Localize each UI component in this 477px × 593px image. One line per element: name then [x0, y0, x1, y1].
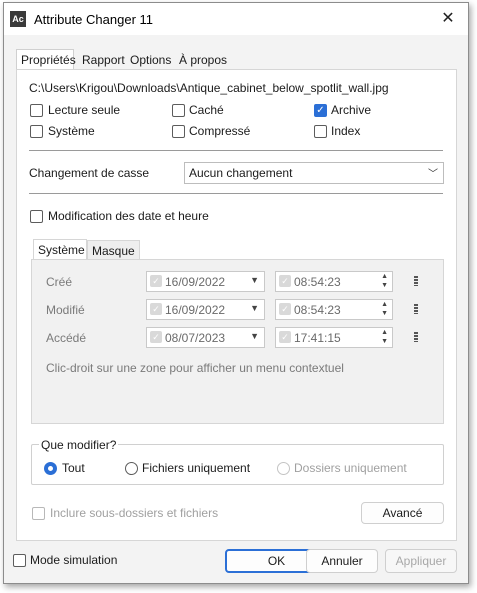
spinner-icon[interactable]: ▲ ▼ — [381, 328, 388, 346]
include-subfolders-checkbox[interactable] — [32, 507, 45, 520]
tab-a-propos[interactable]: À propos — [175, 50, 231, 70]
chevron-down-icon: ﹀ — [428, 169, 438, 180]
radio-files-only-label: Fichiers uniquement — [142, 461, 251, 475]
radio-folders-only-label: Dossiers uniquement — [294, 461, 407, 475]
accessed-date: 08/07/2023 — [165, 331, 226, 345]
more-icon[interactable] — [414, 332, 418, 342]
simulation-checkbox[interactable] — [13, 554, 26, 567]
divider — [29, 193, 443, 194]
modified-date: 16/09/2022 — [165, 303, 226, 317]
advanced-button[interactable]: Avancé — [361, 502, 444, 524]
hidden-checkbox[interactable] — [172, 104, 185, 117]
apply-button[interactable]: Appliquer — [385, 549, 457, 573]
app-icon: Ac — [10, 11, 26, 27]
system-checkbox[interactable] — [30, 125, 43, 138]
index-checkbox[interactable] — [314, 125, 327, 138]
include-subfolders-label: Inclure sous-dossiers et fichiers — [50, 506, 219, 520]
check-icon: ✓ — [150, 331, 162, 343]
compressed-checkbox[interactable] — [172, 125, 185, 138]
properties-panel: C:\Users\Krigou\Downloads\Antique_cabine… — [16, 69, 457, 541]
modified-time: 08:54:23 — [294, 303, 341, 317]
radio-files-only[interactable] — [125, 462, 138, 475]
window-title: Attribute Changer 11 — [34, 12, 153, 27]
modified-date-field[interactable]: ✓ 16/09/2022 ▼ — [146, 299, 265, 320]
case-change-value: Aucun changement — [189, 166, 293, 180]
case-change-select[interactable]: Aucun changement ﹀ — [184, 162, 444, 184]
dropdown-arrow-icon: ▼ — [250, 303, 259, 313]
created-date: 16/09/2022 — [165, 275, 226, 289]
accessed-time: 17:41:15 — [294, 331, 341, 345]
accessed-time-field[interactable]: ✓ 17:41:15 ▲ ▼ — [275, 327, 393, 348]
spinner-icon[interactable]: ▲ ▼ — [381, 300, 388, 318]
created-label: Créé — [46, 275, 73, 289]
check-icon: ✓ — [279, 303, 291, 315]
case-change-label: Changement de casse — [29, 166, 150, 180]
accessed-date-field[interactable]: ✓ 08/07/2023 ▼ — [146, 327, 265, 348]
check-icon: ✓ — [150, 303, 162, 315]
main-window: Ac Attribute Changer 11 ✕ Propriétés Rap… — [3, 2, 469, 584]
radio-tout[interactable] — [44, 462, 57, 475]
modified-time-field[interactable]: ✓ 08:54:23 ▲ ▼ — [275, 299, 393, 320]
check-icon: ✓ — [150, 275, 162, 287]
read-only-label: Lecture seule — [48, 103, 121, 117]
cancel-button[interactable]: Annuler — [306, 549, 378, 573]
read-only-checkbox[interactable] — [30, 104, 43, 117]
created-date-field[interactable]: ✓ 16/09/2022 ▼ — [146, 271, 265, 292]
check-icon: ✓ — [279, 275, 291, 287]
dropdown-arrow-icon: ▼ — [250, 275, 259, 285]
tab-options[interactable]: Options — [126, 50, 175, 70]
radio-tout-label: Tout — [62, 461, 85, 475]
more-icon[interactable] — [414, 304, 418, 314]
subtab-masque[interactable]: Masque — [87, 240, 140, 260]
created-time-field[interactable]: ✓ 08:54:23 ▲ ▼ — [275, 271, 393, 292]
date-modification-label: Modification des date et heure — [48, 209, 209, 223]
more-icon[interactable] — [414, 276, 418, 286]
system-label: Système — [48, 124, 95, 138]
archive-label: Archive — [331, 103, 372, 117]
check-icon: ✓ — [279, 331, 291, 343]
title-bar: Ac Attribute Changer 11 ✕ — [4, 3, 468, 35]
modify-title: Que modifier? — [39, 438, 119, 452]
context-hint: Clic-droit sur une zone pour afficher un… — [46, 361, 344, 375]
radio-folders-only[interactable] — [277, 462, 290, 475]
spinner-icon[interactable]: ▲ ▼ — [381, 272, 388, 290]
date-modification-checkbox[interactable] — [30, 210, 43, 223]
divider — [29, 150, 443, 151]
tab-rapport[interactable]: Rapport — [78, 50, 129, 70]
compressed-label: Compressé — [189, 124, 251, 138]
archive-checkbox[interactable]: ✓ — [314, 104, 327, 117]
dates-panel: Créé ✓ 16/09/2022 ▼ ✓ 08:54:23 ▲ ▼ Modifi… — [31, 259, 444, 424]
simulation-label: Mode simulation — [30, 553, 118, 567]
close-icon[interactable]: ✕ — [436, 7, 460, 31]
index-label: Index — [331, 124, 361, 138]
accessed-label: Accédé — [46, 331, 87, 345]
tab-proprietes[interactable]: Propriétés — [16, 49, 76, 69]
subtab-systeme[interactable]: Système — [33, 239, 87, 259]
dropdown-arrow-icon: ▼ — [250, 331, 259, 341]
hidden-label: Caché — [189, 103, 224, 117]
file-path: C:\Users\Krigou\Downloads\Antique_cabine… — [29, 81, 389, 95]
created-time: 08:54:23 — [294, 275, 341, 289]
modified-label: Modifié — [46, 303, 85, 317]
